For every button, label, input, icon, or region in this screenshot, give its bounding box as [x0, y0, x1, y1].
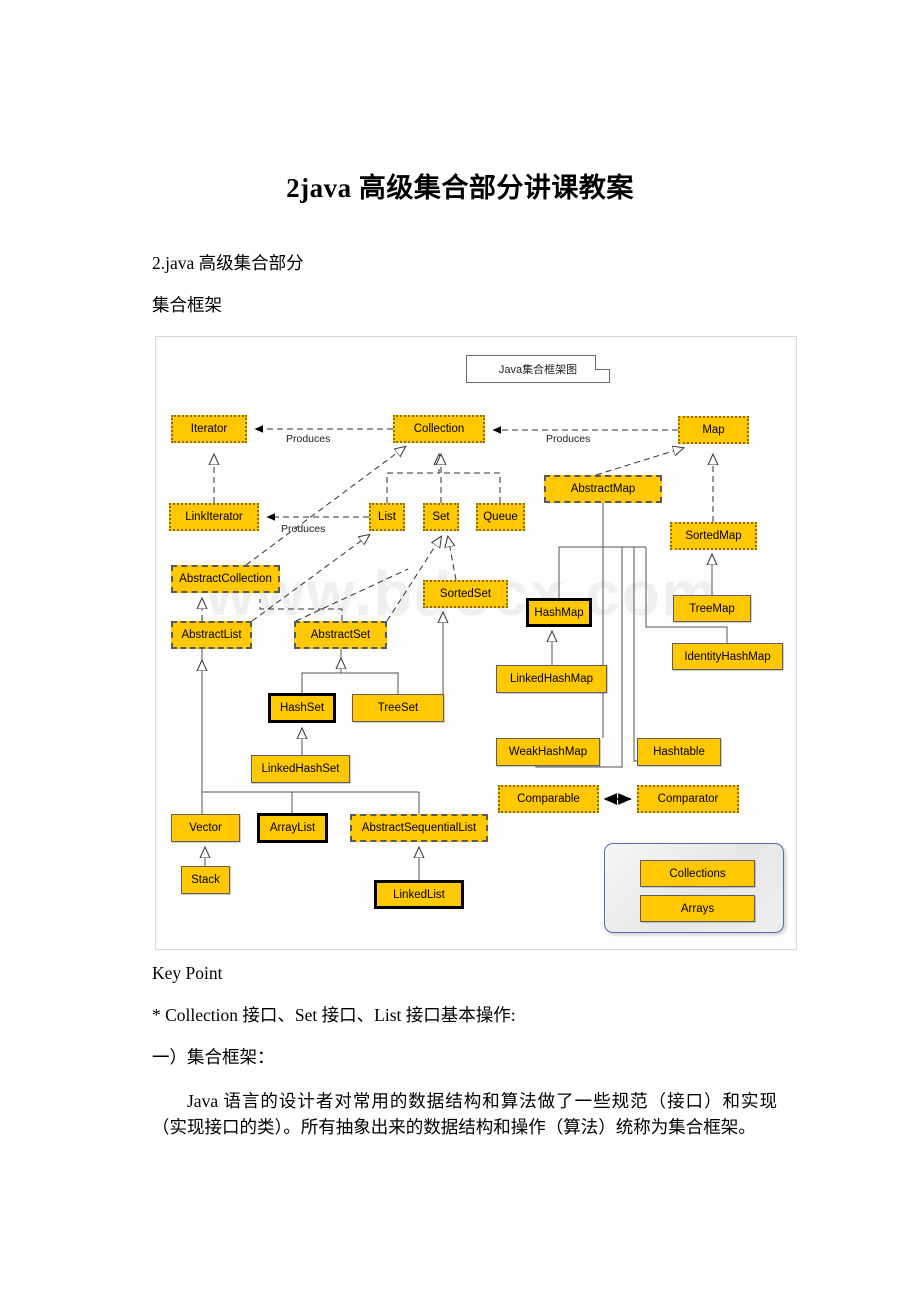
node-label: Iterator [190, 423, 228, 435]
node-linkiterator[interactable]: LinkIterator [169, 503, 259, 531]
key-point-line-2: 一）集合框架： [152, 1047, 275, 1067]
node-label: IdentityHashMap [684, 650, 771, 663]
node-label: SortedSet [439, 588, 492, 600]
node-label: Vector [189, 822, 222, 834]
section-subheading: 集合框架 [152, 295, 222, 315]
node-sortedset[interactable]: SortedSet [423, 580, 508, 608]
edge-label-produces-collection-iterator: Produces [286, 433, 330, 445]
node-label: Collections [669, 867, 726, 880]
node-collection[interactable]: Collection [393, 415, 485, 443]
node-label: WeakHashMap [508, 746, 588, 758]
node-sortedmap[interactable]: SortedMap [670, 522, 757, 550]
node-label: SortedMap [685, 530, 742, 542]
node-label: LinkedHashMap [509, 673, 594, 685]
edge-label-produces-list-linkiterator: Produces [281, 523, 325, 535]
node-label: AbstractCollection [179, 573, 272, 585]
node-label: TreeSet [377, 702, 419, 714]
node-label: Arrays [680, 902, 715, 915]
node-label: HashSet [279, 702, 325, 714]
edge-label-text: Produces [546, 433, 591, 445]
key-point-heading: Key Point [152, 963, 223, 983]
page-title: 2java 高级集合部分讲课教案 [286, 173, 634, 204]
key-point-line-1: * Collection 接口、Set 接口、List 接口基本操作: [152, 1005, 516, 1025]
section-heading: 2.java 高级集合部分 [152, 253, 304, 273]
node-linkedhashmap[interactable]: LinkedHashMap [496, 665, 607, 693]
node-treeset[interactable]: TreeSet [352, 694, 444, 722]
node-label: TreeMap [689, 602, 735, 615]
node-label: Comparator [657, 793, 719, 805]
node-hashtable[interactable]: Hashtable [637, 738, 721, 766]
edge-label-text: Produces [286, 433, 331, 445]
node-label: Comparable [517, 793, 580, 805]
node-treemap[interactable]: TreeMap [673, 595, 751, 622]
diagram-note: Java集合框架图 [466, 355, 610, 383]
node-iterator[interactable]: Iterator [171, 415, 247, 443]
node-label: AbstractMap [570, 483, 636, 495]
node-list[interactable]: List [369, 503, 405, 531]
node-label: Hashtable [653, 746, 705, 758]
node-abstractmap[interactable]: AbstractMap [544, 475, 662, 503]
node-label: List [378, 511, 396, 523]
node-abstractsequentiallist[interactable]: AbstractSequentialList [350, 814, 488, 842]
edge-label-text: Produces [281, 523, 326, 535]
node-label: Stack [191, 874, 220, 886]
node-label: LinkedList [393, 888, 445, 901]
node-linkedhashset[interactable]: LinkedHashSet [251, 755, 350, 783]
diagram-note-label: Java集合框架图 [498, 364, 578, 376]
node-stack[interactable]: Stack [181, 866, 230, 894]
node-linkedlist[interactable]: LinkedList [374, 880, 464, 909]
node-hashmap[interactable]: HashMap [526, 598, 592, 627]
node-comparable[interactable]: Comparable [498, 785, 599, 813]
edge-label-produces-map-collection: Produces [546, 433, 590, 445]
node-label: Map [702, 424, 725, 436]
node-arrays[interactable]: Arrays [640, 895, 755, 922]
node-arraylist[interactable]: ArrayList [257, 813, 328, 843]
body-paragraph: Java 语言的设计者对常用的数据结构和算法做了一些规范（接口）和实现（实现接口… [152, 1091, 777, 1138]
node-abstractset[interactable]: AbstractSet [294, 621, 387, 649]
node-label: LinkedHashSet [261, 763, 340, 775]
node-weakhashmap[interactable]: WeakHashMap [496, 738, 600, 766]
node-abstractlist[interactable]: AbstractList [171, 621, 252, 649]
node-label: AbstractList [181, 629, 242, 641]
node-abstractcollection[interactable]: AbstractCollection [171, 565, 280, 593]
node-hashset[interactable]: HashSet [268, 693, 336, 723]
node-queue[interactable]: Queue [476, 503, 525, 531]
document-page: 2java 高级集合部分讲课教案 2.java 高级集合部分 集合框架 www.… [0, 0, 920, 1302]
node-label: Queue [483, 511, 518, 523]
node-label: HashMap [534, 606, 584, 619]
node-label: AbstractSet [310, 629, 371, 641]
node-comparator[interactable]: Comparator [637, 785, 739, 813]
note-fold-corner [595, 355, 610, 370]
node-label: Set [432, 511, 450, 523]
node-label: Collection [413, 423, 465, 435]
node-vector[interactable]: Vector [171, 814, 240, 842]
node-map[interactable]: Map [678, 416, 749, 444]
java-collections-framework-diagram: www.bdocx.com Iterator --> Collection(ri… [155, 336, 797, 950]
node-label: AbstractSequentialList [361, 822, 477, 834]
node-label: LinkIterator [185, 511, 243, 523]
node-collections[interactable]: Collections [640, 860, 755, 887]
node-identityhashmap[interactable]: IdentityHashMap [672, 643, 783, 670]
node-set[interactable]: Set [423, 503, 459, 531]
node-label: ArrayList [269, 822, 316, 834]
